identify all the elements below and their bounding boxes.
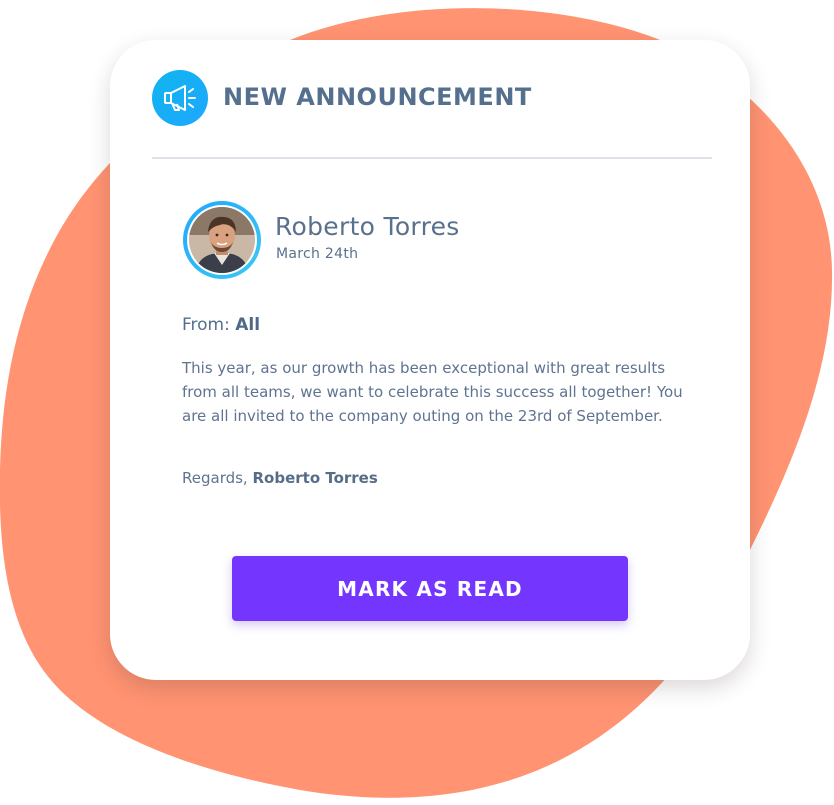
from-label: From: (182, 315, 230, 335)
megaphone-icon (152, 70, 208, 126)
regards-name: Roberto Torres (252, 469, 378, 487)
author-name: Roberto Torres (275, 212, 460, 241)
announcement-title: NEW ANNOUNCEMENT (223, 83, 532, 111)
author-date: March 24th (276, 246, 359, 262)
message-body: This year, as our growth has been except… (182, 359, 683, 425)
regards-line: Regards, Roberto Torres (182, 469, 378, 487)
announcement-card: NEW ANNOUNCEMENT Roberto Torres March 24… (110, 40, 750, 680)
avatar (183, 201, 261, 279)
from-line: From: All (182, 315, 260, 335)
header-divider (152, 157, 712, 159)
mark-as-read-button[interactable]: MARK AS READ (232, 556, 628, 621)
from-value: All (235, 315, 261, 335)
regards-label: Regards, (182, 469, 248, 487)
